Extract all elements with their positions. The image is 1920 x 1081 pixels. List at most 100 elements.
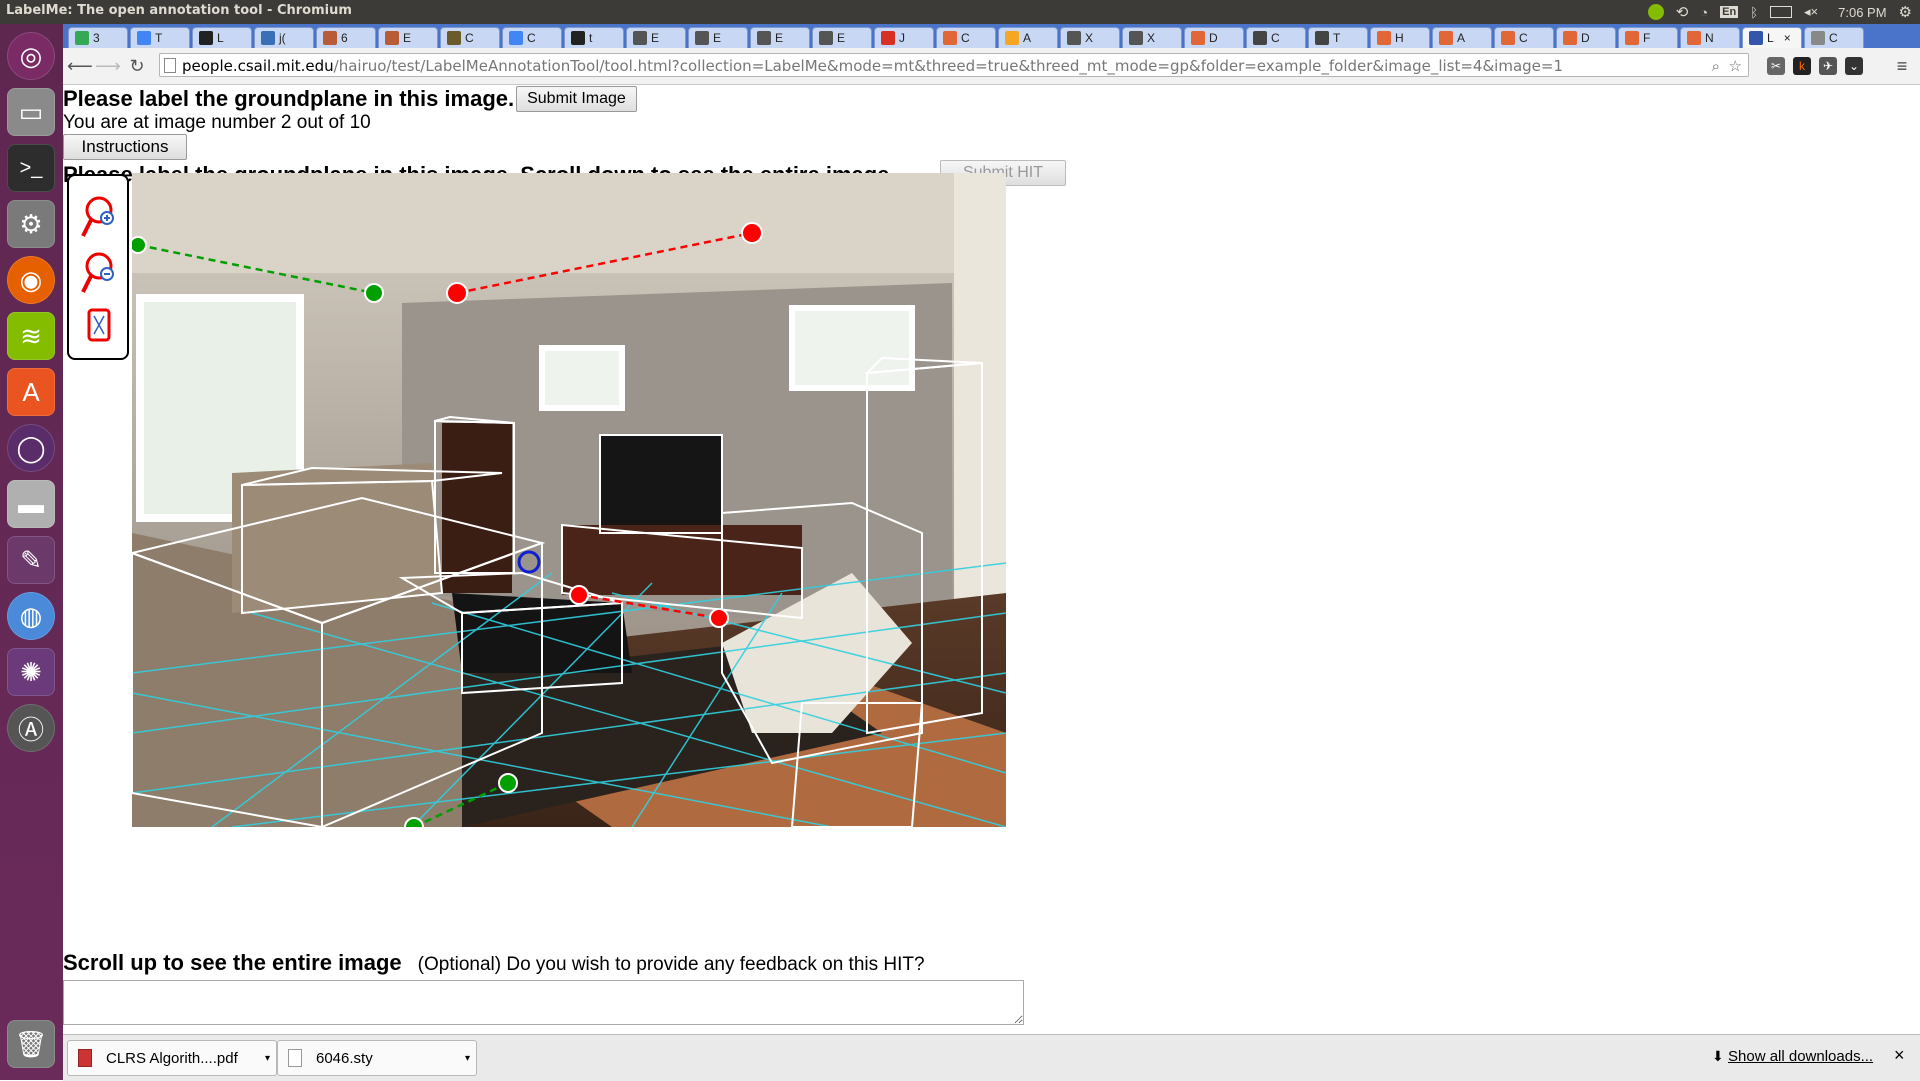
terminal-icon[interactable]: >_	[7, 144, 55, 192]
network-icon[interactable]: ◔	[1700, 5, 1708, 20]
volume-icon[interactable]: ◂×	[1804, 4, 1818, 20]
page-content: Please label the groundplane in this ima…	[63, 85, 1920, 1035]
browser-tab[interactable]: t	[564, 27, 624, 48]
browser-tab[interactable]: C	[440, 27, 500, 48]
sync-icon[interactable]: ⟲	[1676, 3, 1689, 21]
address-bar[interactable]: people.csail.mit.edu/hairuo/test/LabelMe…	[159, 53, 1749, 77]
download-item[interactable]: CLRS Algorith....pdf ▾	[67, 1040, 277, 1076]
green-control-point[interactable]	[498, 773, 518, 793]
files-icon[interactable]: ▭	[7, 88, 55, 136]
room-photo-with-annotations[interactable]	[132, 173, 1006, 827]
annotation-canvas[interactable]	[132, 173, 1006, 827]
red-control-point[interactable]	[446, 282, 468, 304]
extension-icon[interactable]: k	[1793, 57, 1811, 75]
browser-tab[interactable]: j(	[254, 27, 314, 48]
browser-tab[interactable]: T	[1308, 27, 1368, 48]
browser-tab[interactable]: E	[688, 27, 748, 48]
extension-icon[interactable]: ✂	[1767, 57, 1785, 75]
download-menu-icon[interactable]: ▾	[265, 1053, 270, 1064]
browser-tab[interactable]: C	[502, 27, 562, 48]
browser-tab-label: T	[1333, 31, 1341, 45]
image-progress-text: You are at image number 2 out of 10	[63, 112, 371, 133]
spotify-icon[interactable]: ≋	[7, 312, 55, 360]
text-editor-icon[interactable]: ✎	[7, 536, 55, 584]
clock[interactable]: 7:06 PM	[1838, 5, 1886, 20]
browser-tab[interactable]: X	[1060, 27, 1120, 48]
battery-icon[interactable]	[1770, 6, 1792, 18]
red-control-point[interactable]	[569, 585, 589, 605]
browser-tab[interactable]: N	[1680, 27, 1740, 48]
chromium-icon[interactable]: ◍	[7, 592, 55, 640]
browser-tab[interactable]: F	[1618, 27, 1678, 48]
bookmark-star-icon[interactable]: ☆	[1729, 54, 1742, 76]
browser-tab[interactable]: E	[626, 27, 686, 48]
browser-tab-label: E	[651, 31, 660, 45]
unity-tweak-icon[interactable]: ◯	[7, 424, 55, 472]
browser-tab[interactable]: D	[1184, 27, 1244, 48]
disk-drive-icon[interactable]: ▬	[7, 480, 55, 528]
green-control-point[interactable]	[404, 817, 424, 827]
browser-tab[interactable]: C	[1804, 27, 1864, 48]
zoom-out-icon[interactable]	[81, 252, 114, 293]
reload-button[interactable]: ↻	[125, 54, 149, 78]
browser-tab[interactable]: A	[998, 27, 1058, 48]
browser-tab[interactable]: A	[1432, 27, 1492, 48]
browser-tab[interactable]: C	[936, 27, 996, 48]
forward-button[interactable]: ⟶	[95, 54, 121, 78]
browser-tab[interactable]: E	[812, 27, 872, 48]
instructions-button[interactable]: Instructions	[63, 134, 187, 160]
ubuntu-dash-icon[interactable]: ◎	[7, 32, 55, 80]
browser-tab[interactable]: E	[378, 27, 438, 48]
spotify-tray-icon[interactable]	[1647, 4, 1664, 20]
browser-tab-label: F	[1643, 31, 1651, 45]
browser-tab[interactable]: X	[1122, 27, 1182, 48]
firefox-icon[interactable]: ◉	[7, 256, 55, 304]
browser-tab[interactable]: D	[1556, 27, 1616, 48]
browser-tab[interactable]: J	[874, 27, 934, 48]
software-updater-icon[interactable]: Ⓐ	[7, 704, 55, 752]
tab-close-icon[interactable]: ×	[1784, 31, 1791, 45]
software-center-icon[interactable]: A	[7, 368, 55, 416]
download-arrow-icon: ⬇	[1712, 1048, 1724, 1064]
browser-tab[interactable]: C	[1494, 27, 1554, 48]
back-button[interactable]: ⟵	[67, 54, 93, 78]
close-downloads-button[interactable]: ×	[1894, 1045, 1905, 1066]
browser-tab[interactable]: L ×	[1742, 27, 1802, 48]
browser-tab-label: C	[961, 31, 970, 45]
green-control-point[interactable]	[364, 283, 384, 303]
browser-tab-label: E	[837, 31, 846, 45]
browser-tab[interactable]: T	[130, 27, 190, 48]
submit-image-button[interactable]: Submit Image	[516, 86, 637, 112]
keyboard-layout-indicator[interactable]: En	[1720, 6, 1739, 18]
browser-tab[interactable]: H	[1370, 27, 1430, 48]
system-tray: ⟲ ◔ En ᛒ ◂× 7:06 PM ⚙	[1647, 0, 1912, 24]
browser-tab[interactable]: L	[192, 27, 252, 48]
browser-toolbar: ⟵ ⟶ ↻ people.csail.mit.edu/hairuo/test/L…	[63, 48, 1920, 85]
browser-tab[interactable]: E	[750, 27, 810, 48]
feedback-textarea[interactable]	[63, 980, 1024, 1025]
red-control-point[interactable]	[709, 608, 729, 628]
extension-icon[interactable]: ✈	[1819, 57, 1837, 75]
red-control-point[interactable]	[741, 222, 763, 244]
download-item[interactable]: 6046.sty ▾	[277, 1040, 477, 1076]
show-all-downloads-link[interactable]: Show all downloads...	[1728, 1048, 1873, 1065]
fit-image-icon[interactable]	[87, 308, 111, 342]
search-icon[interactable]: ⌕	[1712, 54, 1720, 76]
matlab-icon	[1377, 31, 1391, 45]
browser-tab[interactable]: 3	[68, 27, 128, 48]
browser-tab[interactable]: C	[1246, 27, 1306, 48]
browser-tab[interactable]: 6	[316, 27, 376, 48]
gear-icon[interactable]: ⚙	[1899, 3, 1912, 21]
pocket-icon[interactable]: ⌄	[1845, 57, 1863, 75]
browser-tab-label: C	[465, 31, 474, 45]
menu-icon[interactable]: ≡	[1893, 57, 1911, 75]
download-menu-icon[interactable]: ▾	[465, 1053, 470, 1064]
bookmark-icon	[385, 31, 399, 45]
zoom-in-icon[interactable]	[81, 196, 114, 237]
downloads-bar: CLRS Algorith....pdf ▾ 6046.sty ▾ ⬇ Show…	[63, 1034, 1920, 1081]
system-settings-icon[interactable]: ⚙	[7, 200, 55, 248]
shotwell-icon[interactable]: ✺	[7, 648, 55, 696]
trash-icon[interactable]: 🗑	[7, 1020, 55, 1068]
bluetooth-icon[interactable]: ᛒ	[1750, 5, 1758, 20]
green-control-point[interactable]	[132, 236, 147, 254]
